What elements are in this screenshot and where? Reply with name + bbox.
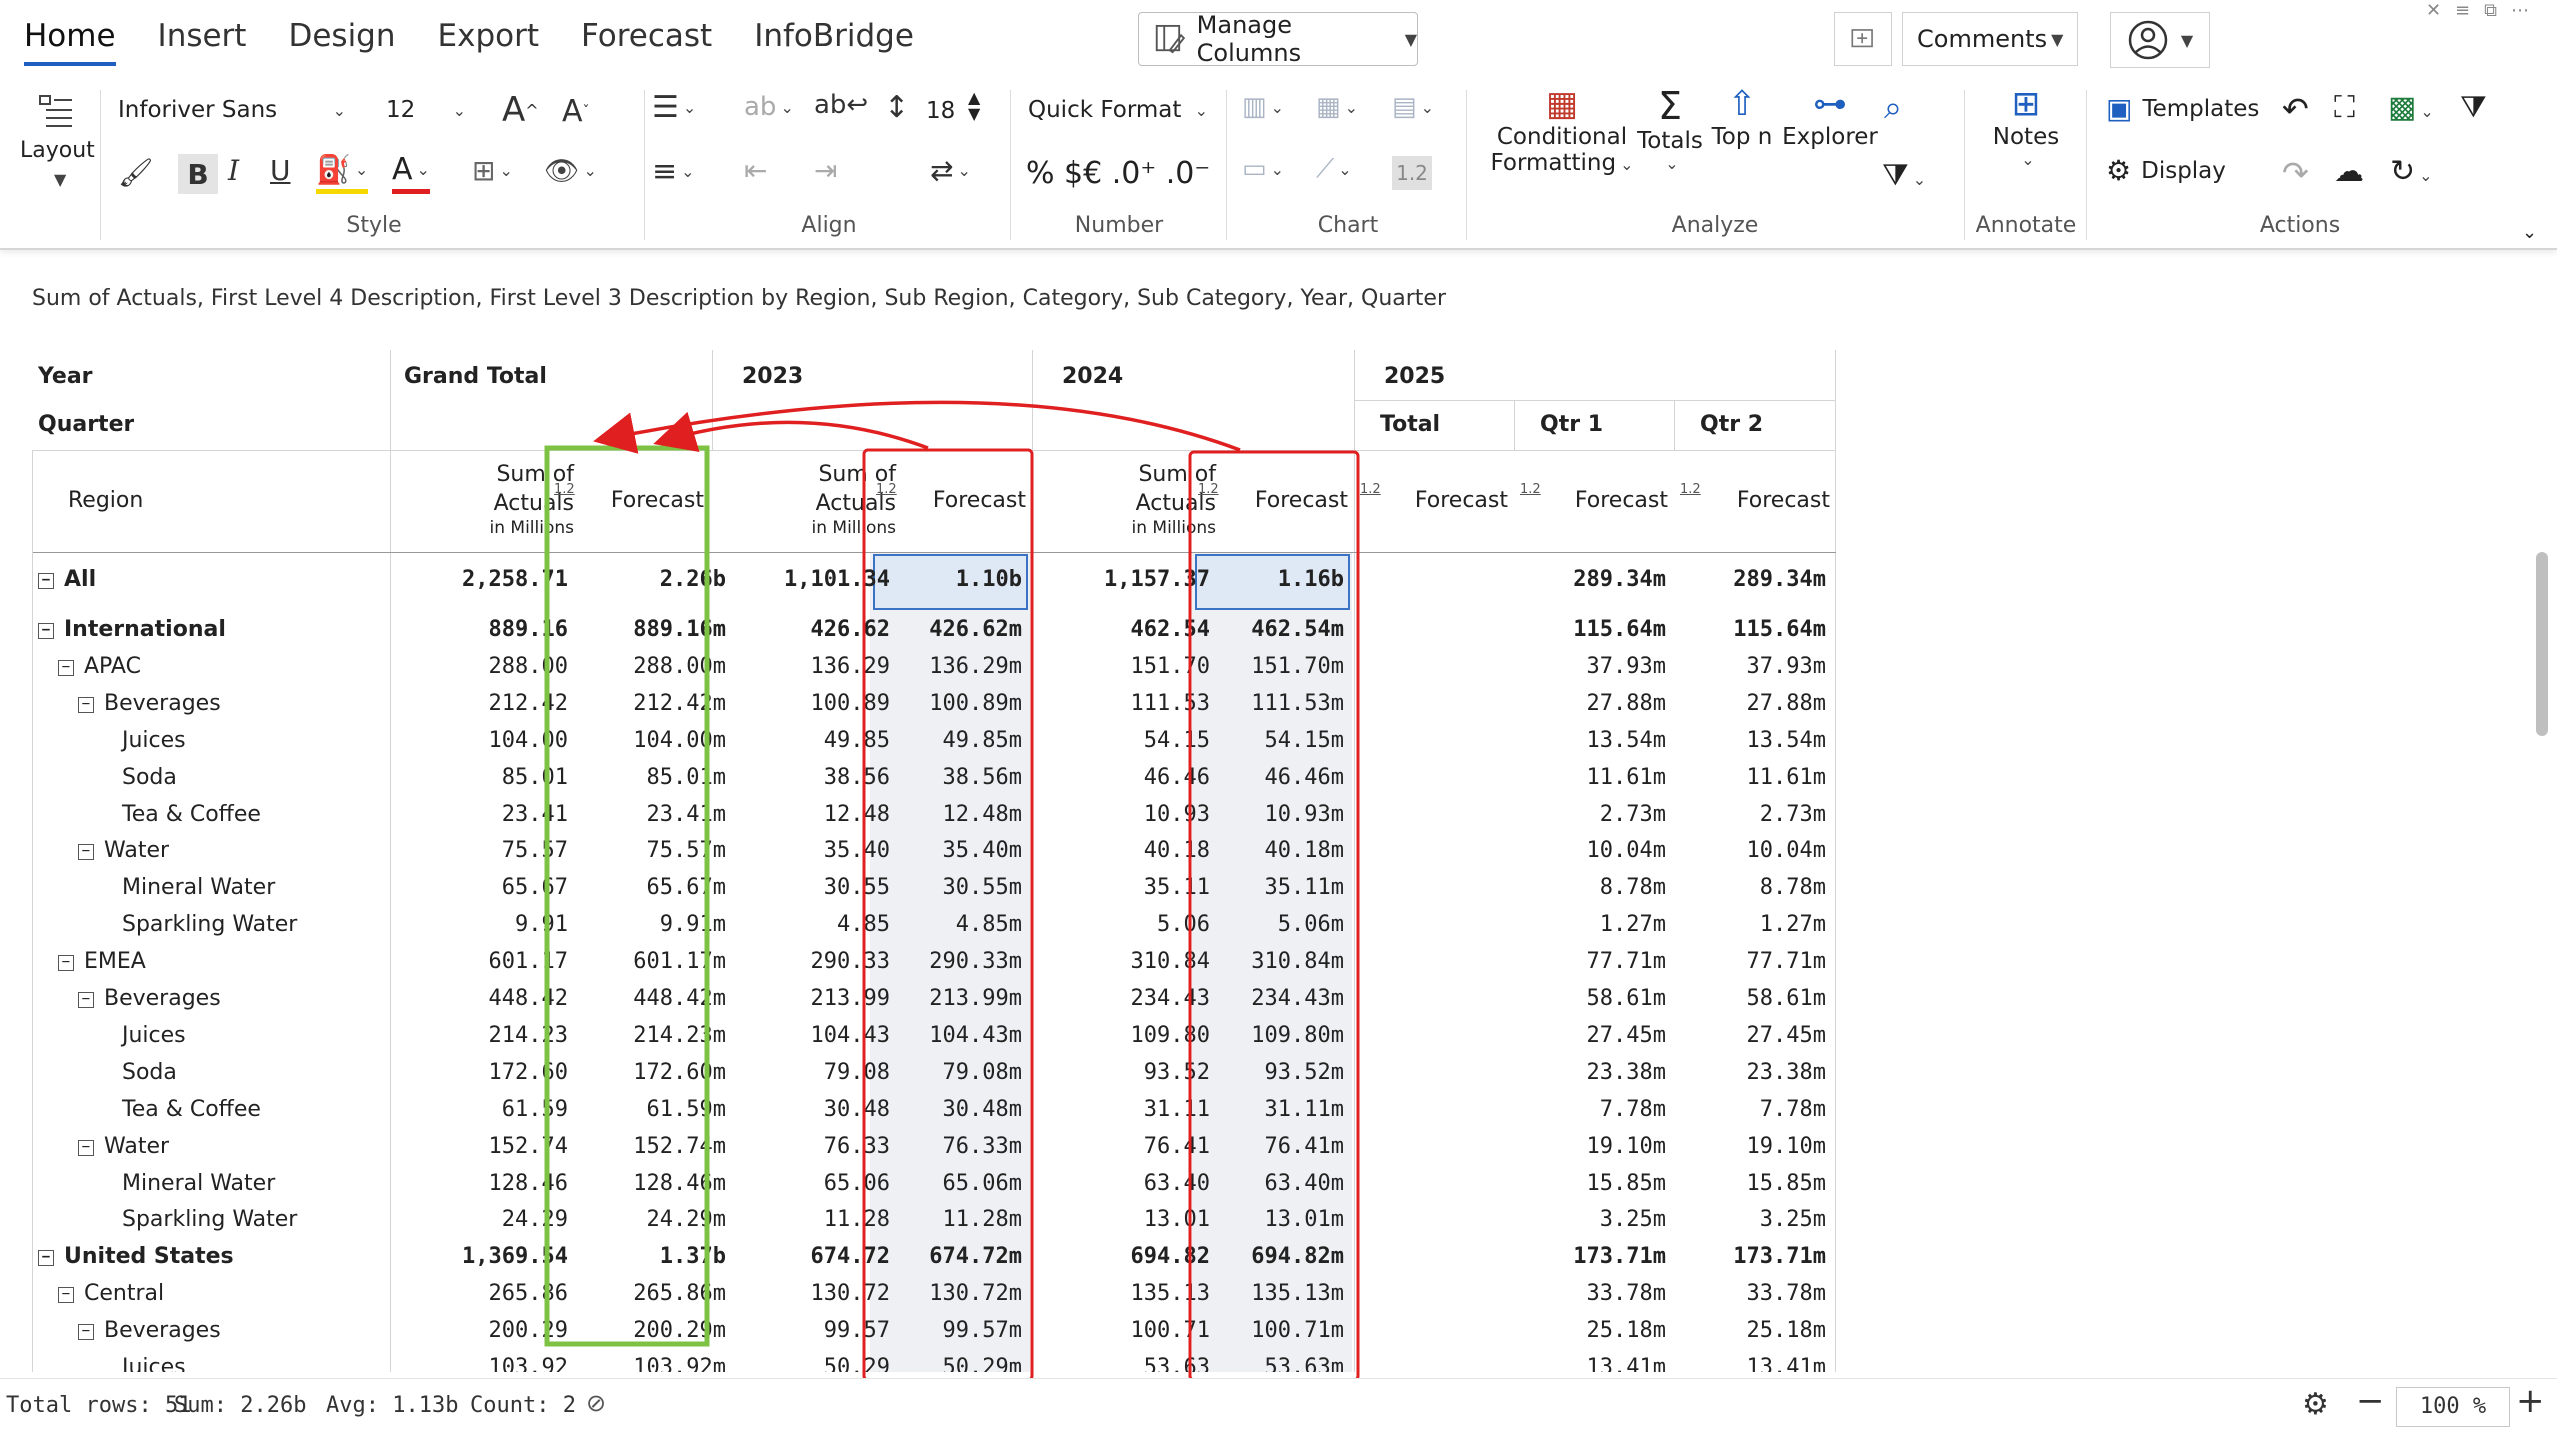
- total-rows-status: Total rows: 51: [6, 1393, 192, 1418]
- forecast-2023-highlight: [862, 448, 1034, 1382]
- zoom-out-button[interactable]: −: [2356, 1381, 2385, 1421]
- vertical-scrollbar[interactable]: [2536, 552, 2548, 736]
- count-status: Count: 2: [470, 1393, 576, 1418]
- grand-total-forecast-highlight: [544, 445, 710, 1347]
- gear-icon[interactable]: ⚙: [2302, 1387, 2329, 1422]
- arrow-2023-to-total: [653, 411, 929, 453]
- zoom-level[interactable]: 100 %: [2396, 1387, 2510, 1427]
- forecast-2024-highlight: [1188, 450, 1360, 1382]
- status-bar: Total rows: 51 Sum: 2.26b Avg: 1.13b Cou…: [0, 1378, 2557, 1434]
- zoom-in-button[interactable]: +: [2516, 1381, 2545, 1421]
- annotation-overlay: [164, 400, 1360, 1426]
- hide-icon[interactable]: ⊘: [586, 1389, 606, 1417]
- avg-status: Avg: 1.13b: [326, 1393, 459, 1418]
- sum-status: Sum: 2.26b: [174, 1393, 307, 1418]
- arrow-2024-to-total: [593, 400, 1241, 454]
